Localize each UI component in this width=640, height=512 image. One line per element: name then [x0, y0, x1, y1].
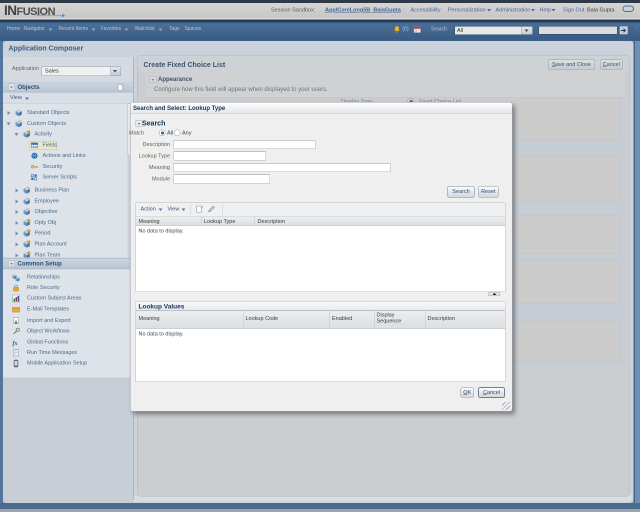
svg-text:fx: fx — [13, 341, 18, 347]
